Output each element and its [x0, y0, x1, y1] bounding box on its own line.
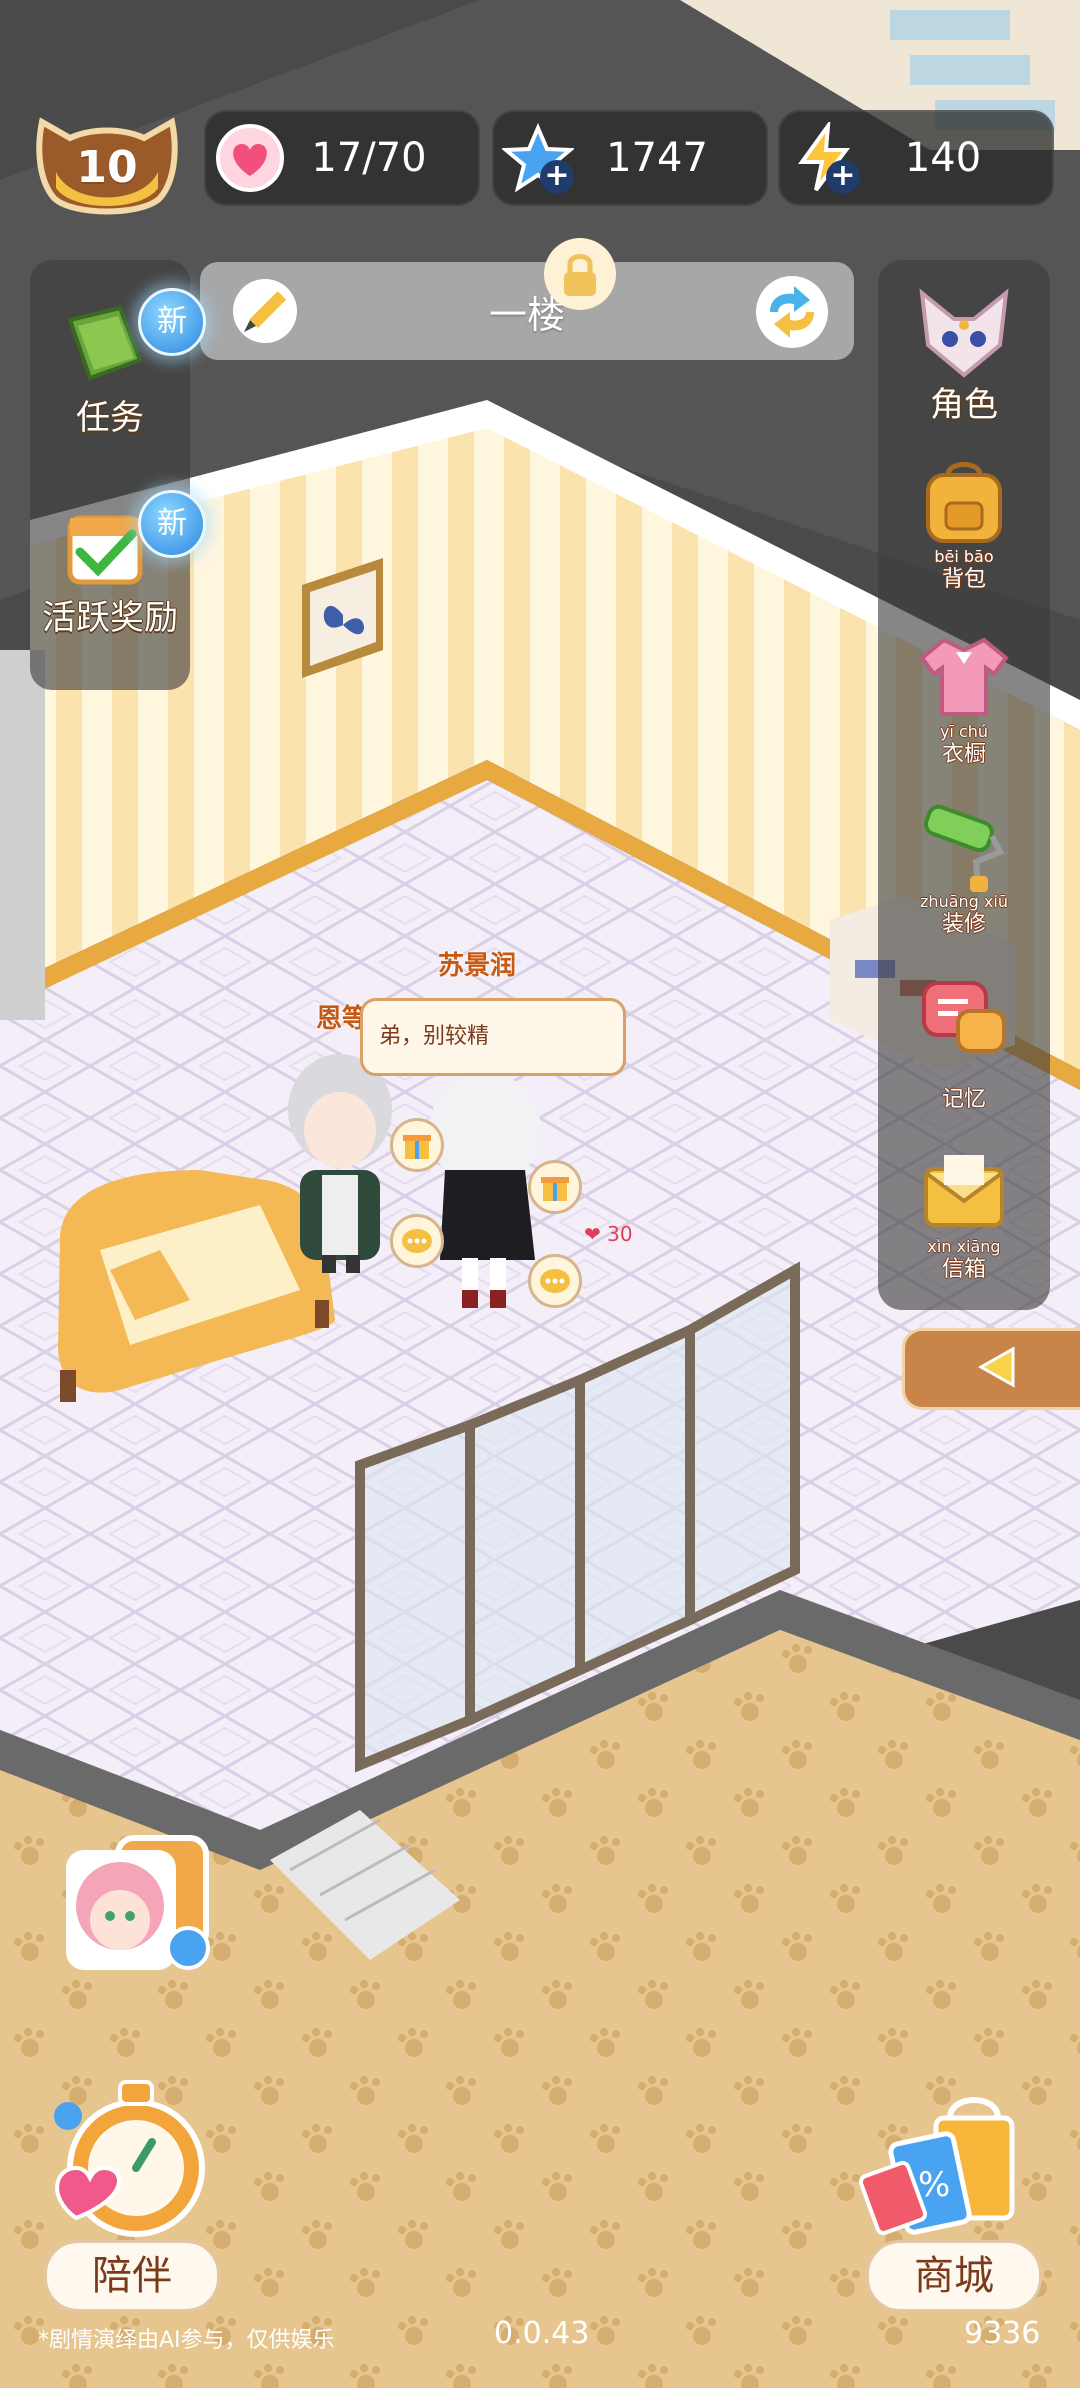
- stars-resource[interactable]: + 1747: [492, 110, 768, 206]
- chat-dots-icon: [540, 1269, 570, 1293]
- chat-bubble-left[interactable]: [390, 1214, 444, 1268]
- mailbox-label: 信箱: [941, 1257, 986, 1282]
- activity-reward-label: 活跃奖励: [42, 598, 178, 638]
- version-number: 0.0.43: [494, 2316, 590, 2351]
- user-id: 9336: [964, 2316, 1041, 2351]
- floor-selector: 一楼: [200, 238, 854, 360]
- avatar-switch-button[interactable]: [58, 1828, 218, 1978]
- lock-icon: [540, 234, 620, 314]
- task-label: 任务: [76, 398, 144, 438]
- ai-disclaimer: *剧情演绎由AI参与，仅供娱乐: [38, 2328, 335, 2353]
- small-heart-icon: ❤: [584, 1222, 601, 1246]
- memory-label: 记忆: [941, 1087, 986, 1112]
- player-level-badge[interactable]: 10: [32, 102, 182, 220]
- heart-icon: [214, 122, 286, 194]
- backpack-icon: [918, 455, 1010, 547]
- backpack-label: 背包: [941, 567, 986, 592]
- companion-button[interactable]: 陪伴: [44, 2240, 220, 2312]
- wardrobe-menu-button[interactable]: yī chú 衣橱: [888, 630, 1040, 770]
- gift-icon: [541, 1177, 569, 1201]
- activity-new-badge: 新: [138, 490, 206, 558]
- memory-chat-icon: [918, 975, 1010, 1067]
- chat-bubble-right[interactable]: [528, 1254, 582, 1308]
- chat-dots-icon: [402, 1229, 432, 1253]
- calendar-check-icon: [60, 500, 150, 590]
- character-menu-button[interactable]: 角色: [888, 285, 1040, 425]
- switch-floor-icon[interactable]: [752, 272, 832, 352]
- mailbox-menu-button[interactable]: xìn xiāng 信箱: [888, 1145, 1040, 1285]
- affection-value: 30: [607, 1222, 633, 1246]
- backpack-menu-button[interactable]: bēi bāo 背包: [888, 455, 1040, 595]
- affection-indicator: ❤ 30: [584, 1222, 633, 1246]
- stars-value: 1747: [606, 135, 708, 181]
- arrow-left-icon: [975, 1345, 1019, 1393]
- decorate-label: 装修: [941, 912, 986, 937]
- hearts-value: 17/70: [311, 135, 427, 181]
- companion-timer-icon[interactable]: [46, 2068, 216, 2248]
- task-new-badge: 新: [138, 288, 206, 356]
- lightning-plus-icon: +: [788, 118, 860, 194]
- paint-roller-icon: [918, 800, 1010, 892]
- decorate-menu-button[interactable]: zhuāng xiū 装修: [888, 800, 1040, 940]
- svg-text:%: %: [918, 2165, 950, 2205]
- hearts-resource[interactable]: 17/70: [204, 110, 480, 206]
- task-book-icon: [60, 300, 150, 390]
- character-label: 角色: [930, 385, 998, 425]
- activity-reward-button[interactable]: 新 活跃奖励: [30, 480, 206, 650]
- npc-name-top[interactable]: 苏景润: [438, 945, 516, 982]
- player-level: 10: [76, 142, 138, 193]
- avatar-portrait-icon: [66, 1835, 210, 1970]
- gift-icon: [403, 1135, 431, 1159]
- wardrobe-shirt-icon: [918, 630, 1010, 722]
- gift-bubble-right[interactable]: [528, 1160, 582, 1214]
- energy-resource[interactable]: + 140: [778, 110, 1054, 206]
- fox-character-icon: [914, 285, 1014, 380]
- memory-menu-button[interactable]: 记忆: [888, 975, 1040, 1115]
- gift-bubble-left[interactable]: [390, 1118, 444, 1172]
- mail-envelope-icon: [918, 1145, 1010, 1237]
- speech-bubble: 弟，别较精: [360, 998, 626, 1076]
- shop-bag-icon[interactable]: %: [858, 2068, 1038, 2248]
- energy-value: 140: [904, 135, 982, 181]
- task-menu-button[interactable]: 新 任务: [40, 280, 206, 440]
- collapse-menu-button[interactable]: [902, 1328, 1080, 1410]
- shop-button[interactable]: 商城: [866, 2240, 1042, 2312]
- wardrobe-label: 衣橱: [941, 742, 986, 767]
- star-plus-icon: +: [500, 122, 576, 194]
